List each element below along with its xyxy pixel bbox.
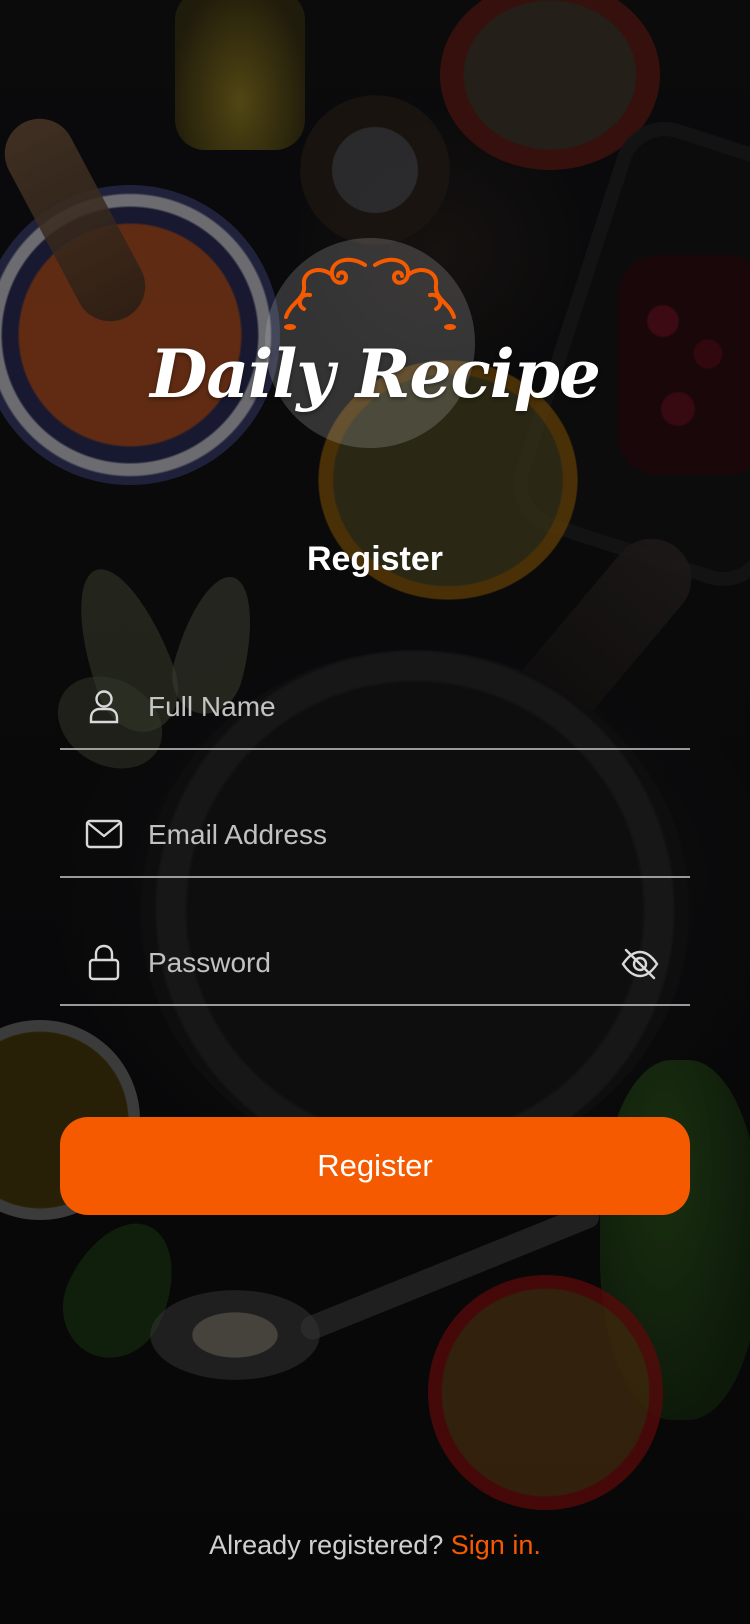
register-button[interactable]: Register — [60, 1117, 690, 1215]
mail-icon — [85, 819, 123, 849]
page-title: Register — [306, 540, 444, 578]
register-screen: Daily Recipe Register Full Name Email Ad… — [0, 0, 750, 1624]
already-registered-text: Already registered? — [209, 1530, 451, 1560]
ornament-flourish-icon — [284, 257, 456, 330]
lock-icon — [88, 944, 120, 981]
full-name-field[interactable] — [60, 668, 690, 750]
eye-off-icon[interactable] — [620, 944, 660, 984]
password-input[interactable] — [146, 934, 600, 992]
full-name-input[interactable] — [146, 678, 600, 736]
person-icon — [89, 690, 119, 724]
sign-in-link[interactable]: Sign in. — [451, 1530, 541, 1560]
app-logo-text: Daily Recipe — [150, 335, 601, 413]
email-input[interactable] — [146, 806, 600, 864]
email-field[interactable] — [60, 796, 690, 878]
sign-in-prompt: Already registered? Sign in. — [0, 1530, 750, 1561]
password-field[interactable] — [60, 924, 690, 1006]
